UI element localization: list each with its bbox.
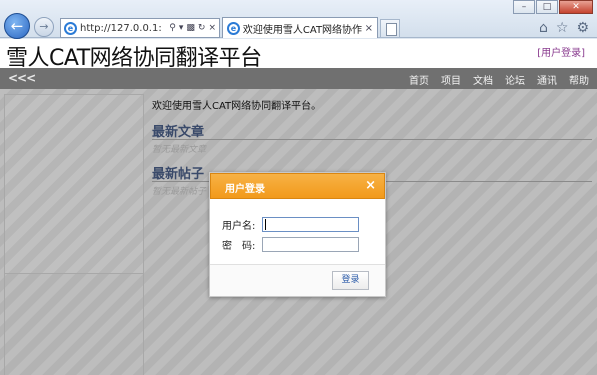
collapse-sidebar-icon[interactable]: <<< [8,71,36,85]
search-icon[interactable]: ⚲ [169,23,176,33]
minimize-button[interactable]: – [513,0,535,14]
browser-chrome: – □ ✕ ← → e http://127.0.0.1: ⚲ ▾ ▩ ↻ × … [0,0,597,39]
stop-icon[interactable]: × [208,23,216,33]
dialog-close-icon[interactable]: × [365,178,376,193]
dropdown-icon[interactable]: ▾ [179,23,184,33]
compat-icon[interactable]: ▩ [186,23,195,33]
back-arrow-icon[interactable]: ← [4,13,30,39]
password-label: 密 码: [222,241,256,252]
username-label: 用户名: [222,221,256,232]
articles-empty-text: 暂无最新文章 [152,145,207,155]
articles-heading: 最新文章 [152,125,205,140]
posts-heading: 最新帖子 [152,167,205,182]
login-submit-button[interactable]: 登录 [332,271,369,290]
address-tools: ⚲ ▾ ▩ ↻ × [169,23,219,33]
tab-close-icon[interactable]: × [365,23,377,34]
sidebar-lower [4,274,144,375]
nav-home[interactable]: 首页 [409,72,429,87]
nav-forum[interactable]: 论坛 [505,72,525,87]
refresh-icon[interactable]: ↻ [198,23,206,33]
dialog-header: 用户登录 × [210,173,385,199]
browser-tools: ⌂ ☆ ⚙ [539,20,589,36]
login-link[interactable]: [用户登录] [537,44,585,59]
site-header: 雪人CAT网络协同翻译平台 [用户登录] [0,39,597,71]
favorites-star-icon[interactable]: ☆ [556,20,569,36]
nav-messages[interactable]: 通讯 [537,72,557,87]
window-buttons: – □ ✕ [513,0,593,14]
new-tab-icon[interactable] [380,19,400,38]
web-page: 雪人CAT网络协同翻译平台 [用户登录] <<< 首页 项目 文档 论坛 通讯 … [0,39,597,375]
dialog-footer: 登录 [210,264,385,296]
password-row: 密 码: [222,237,359,252]
posts-empty-text: 暂无最新帖子 [152,187,207,197]
main-navbar: <<< 首页 项目 文档 论坛 通讯 帮助 [0,68,597,89]
nav-menu: 首页 项目 文档 论坛 通讯 帮助 [409,72,589,87]
username-row: 用户名: [222,217,359,232]
login-dialog: 用户登录 × 用户名: 密 码: 登录 [209,172,386,297]
password-input[interactable] [262,237,359,252]
tab-title: 欢迎使用雪人CAT网络协作... [242,24,362,36]
close-window-button[interactable]: ✕ [559,0,593,14]
username-input[interactable] [262,217,359,232]
nav-help[interactable]: 帮助 [569,72,589,87]
nav-documents[interactable]: 文档 [473,72,493,87]
articles-divider [152,139,592,140]
maximize-button[interactable]: □ [536,0,558,14]
home-icon[interactable]: ⌂ [539,20,548,36]
ie-logo-icon: e [64,21,77,35]
text-caret [265,219,266,230]
nav-projects[interactable]: 项目 [441,72,461,87]
welcome-text: 欢迎使用雪人CAT网络协同翻译平台。 [152,101,322,112]
address-text[interactable]: http://127.0.0.1: [80,23,162,34]
dialog-title: 用户登录 [225,184,265,195]
tab-ie-logo-icon: e [227,21,240,35]
settings-gear-icon[interactable]: ⚙ [576,20,589,36]
browser-tab[interactable]: e 欢迎使用雪人CAT网络协作... × [222,17,378,38]
sidebar-panel [4,94,144,274]
forward-arrow-icon[interactable]: → [34,17,54,37]
address-bar[interactable]: e http://127.0.0.1: ⚲ ▾ ▩ ↻ × [60,18,220,38]
